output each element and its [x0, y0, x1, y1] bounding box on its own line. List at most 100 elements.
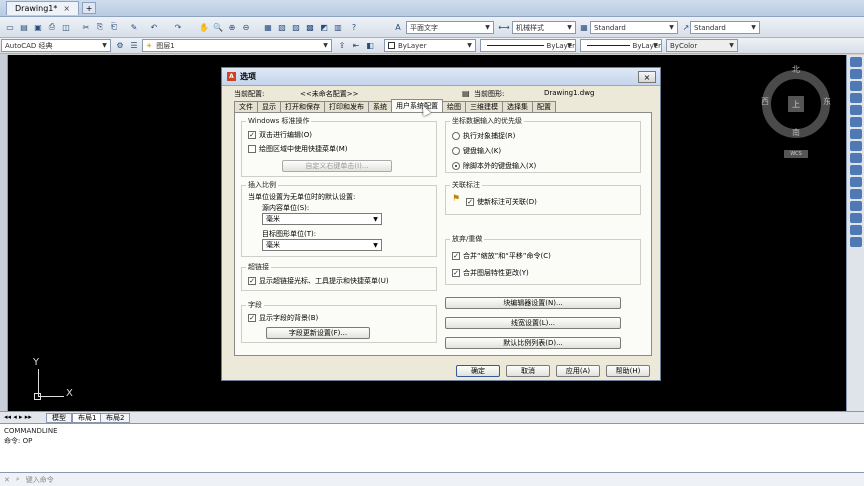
multileader-style-combo[interactable]: Standard ▼ — [690, 21, 760, 34]
new-tab-button[interactable]: + — [82, 2, 97, 14]
tab-system[interactable]: 系统 — [368, 101, 392, 112]
move-icon[interactable] — [849, 117, 862, 127]
tool-palette-icon[interactable]: ▨ — [290, 21, 302, 33]
design-center-icon[interactable]: ▧ — [276, 21, 288, 33]
field-update-settings-button[interactable]: 字段更新设置(F)... — [266, 327, 370, 339]
cancel-button[interactable]: 取消 — [506, 365, 550, 377]
dim-style-combo[interactable]: 机械样式 ▼ — [512, 21, 576, 34]
compass-north[interactable]: 北 — [792, 64, 800, 75]
workspace-settings-icon[interactable]: ⚙ — [114, 39, 126, 51]
coord-osnap-radio[interactable]: 执行对象捕捉(R) — [452, 131, 515, 141]
shortcut-menu-checkbox[interactable]: 绘图区域中使用快捷菜单(M) — [248, 144, 348, 154]
layer-manager-icon[interactable]: ☰ — [128, 39, 140, 51]
new-file-icon[interactable]: ▭ — [4, 21, 16, 33]
dialog-close-button[interactable]: × — [638, 71, 656, 83]
tab-plot-publish[interactable]: 打印和发布 — [324, 101, 369, 112]
workspace-combo[interactable]: AutoCAD 经典 ▼ — [1, 39, 111, 52]
sheet-set-icon[interactable]: ▩ — [304, 21, 316, 33]
custom-right-click-button[interactable]: 自定义右键单击(I)... — [282, 160, 392, 172]
zoom-previous-icon[interactable]: ⊖ — [240, 21, 252, 33]
ok-button[interactable]: 确定 — [456, 365, 500, 377]
rotate-icon[interactable] — [849, 129, 862, 139]
tab-model[interactable]: 模型 — [46, 413, 72, 423]
lineweight-settings-button[interactable]: 线宽设置(L)... — [445, 317, 621, 329]
undo-icon[interactable]: ↶ — [148, 21, 160, 33]
layer-previous-icon[interactable]: ⇤ — [350, 39, 362, 51]
dblclick-edit-checkbox[interactable]: ✓ 双击进行编辑(O) — [248, 130, 312, 140]
erase-icon[interactable] — [849, 57, 862, 67]
tab-nav-icon[interactable]: ◂◂ ◂ ▸ ▸▸ — [4, 413, 32, 421]
layer-iso-icon[interactable]: ◧ — [364, 39, 376, 51]
chamfer-icon[interactable] — [849, 213, 862, 223]
tab-files[interactable]: 文件 — [234, 101, 258, 112]
layer-combo[interactable]: ☀ 图层1 ▼ — [142, 39, 332, 52]
plotstyle-combo[interactable]: ByColor ▼ — [666, 39, 738, 52]
preview-icon[interactable]: ◫ — [60, 21, 72, 33]
compass-east[interactable]: 东 — [823, 96, 831, 107]
tab-drafting[interactable]: 绘图 — [442, 101, 466, 112]
tab-selection[interactable]: 选择集 — [502, 101, 533, 112]
extend-icon[interactable] — [849, 177, 862, 187]
make-current-icon[interactable]: ⇪ — [336, 39, 348, 51]
target-units-select[interactable]: 毫米 ▼ — [262, 239, 382, 251]
tab-layout2[interactable]: 布局2 — [100, 413, 131, 423]
print-icon[interactable]: ⎙ — [46, 21, 58, 33]
command-input[interactable]: ✕ ⌕ 键入命令 — [0, 472, 864, 486]
tab-display[interactable]: 显示 — [257, 101, 281, 112]
color-combo[interactable]: ByLayer ▼ — [384, 39, 476, 52]
tab-profiles[interactable]: 配置 — [532, 101, 556, 112]
compass-south[interactable]: 南 — [792, 127, 800, 138]
drawing-tab[interactable]: Drawing1* × — [6, 1, 80, 15]
block-editor-settings-button[interactable]: 块编辑器设置(N)... — [445, 297, 621, 309]
tab-3d-modeling[interactable]: 三维建模 — [465, 101, 503, 112]
save-icon[interactable]: ▣ — [32, 21, 44, 33]
trim-icon[interactable] — [849, 165, 862, 175]
explode-icon[interactable] — [849, 237, 862, 247]
match-icon[interactable]: ✎ — [128, 21, 140, 33]
pan-icon[interactable]: ✋ — [198, 21, 210, 33]
linetype-combo[interactable]: ByLayer ▼ — [480, 39, 576, 52]
tab-open-save[interactable]: 打开和保存 — [280, 101, 325, 112]
help-button[interactable]: 帮助(H) — [606, 365, 650, 377]
text-style-combo[interactable]: 平面文字 ▼ — [406, 21, 494, 34]
scale-icon[interactable] — [849, 141, 862, 151]
fillet-icon[interactable] — [849, 225, 862, 235]
join-icon[interactable] — [849, 201, 862, 211]
help-icon[interactable]: ? — [348, 21, 360, 33]
tab-user-preferences[interactable]: 用户系统配置 — [391, 99, 443, 112]
wcs-menu[interactable]: WCS — [784, 150, 808, 158]
properties-icon[interactable]: ▦ — [262, 21, 274, 33]
lineweight-combo[interactable]: ByLayer ▼ — [580, 39, 662, 52]
hyperlink-show-checkbox[interactable]: ✓ 显示超链接光标、工具提示和快捷菜单(U) — [248, 276, 389, 286]
assoc-dim-checkbox[interactable]: ✓ 使新标注可关联(D) — [466, 197, 537, 207]
open-file-icon[interactable]: ▤ — [18, 21, 30, 33]
field-background-checkbox[interactable]: ✓ 显示字段的背景(B) — [248, 313, 318, 323]
combine-zoom-checkbox[interactable]: ✓ 合并“缩放”和“平移”命令(C) — [452, 251, 551, 261]
copy-icon[interactable]: ⎘ — [94, 21, 106, 33]
tab-layout1[interactable]: 布局1 — [72, 413, 103, 423]
markup-icon[interactable]: ◩ — [318, 21, 330, 33]
default-scale-list-button[interactable]: 默认比例列表(D)... — [445, 337, 621, 349]
close-icon[interactable]: × — [63, 4, 70, 13]
dialog-title-bar[interactable]: A 选项 — [222, 68, 660, 86]
offset-icon[interactable] — [849, 93, 862, 103]
coord-keyboard-radio[interactable]: 键盘输入(K) — [452, 146, 501, 156]
compass-west[interactable]: 西 — [761, 96, 769, 107]
mirror-icon[interactable] — [849, 81, 862, 91]
redo-icon[interactable]: ↷ — [172, 21, 184, 33]
apply-button[interactable]: 应用(A) — [556, 365, 600, 377]
zoom-window-icon[interactable]: ⊕ — [226, 21, 238, 33]
calculator-icon[interactable]: ▥ — [332, 21, 344, 33]
zoom-realtime-icon[interactable]: 🔍 — [212, 21, 224, 33]
copy-object-icon[interactable] — [849, 69, 862, 79]
stretch-icon[interactable] — [849, 153, 862, 163]
coord-except-scripts-radio[interactable]: 除脚本外的键盘输入(X) — [452, 161, 536, 171]
break-icon[interactable] — [849, 189, 862, 199]
array-icon[interactable] — [849, 105, 862, 115]
cut-icon[interactable]: ✂ — [80, 21, 92, 33]
table-style-combo[interactable]: Standard ▼ — [590, 21, 678, 34]
close-icon[interactable]: ✕ — [4, 476, 10, 484]
viewcube-top-face[interactable]: 上 — [788, 96, 804, 112]
paste-icon[interactable]: ⎗ — [108, 21, 120, 33]
combine-layer-checkbox[interactable]: ✓ 合并图层特性更改(Y) — [452, 268, 529, 278]
